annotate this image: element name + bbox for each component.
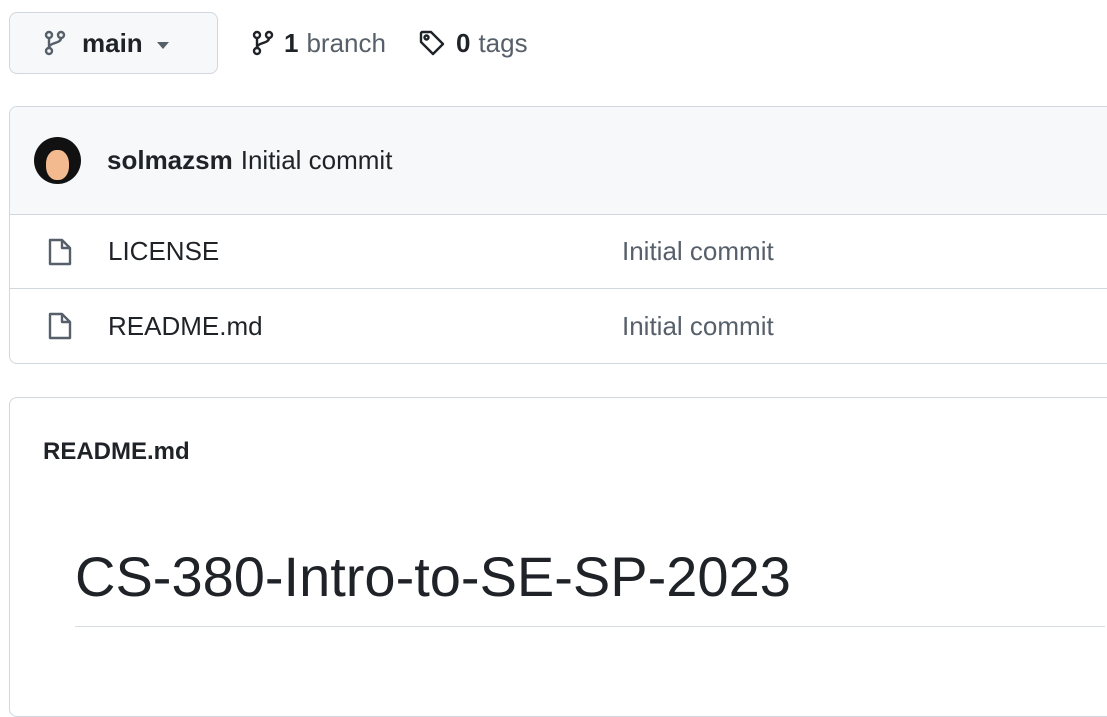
file-icon [47,238,73,266]
git-branch-icon [44,30,66,56]
readme-filename[interactable]: README.md [10,398,1107,506]
tags-label: tags [478,27,528,58]
readme-panel: README.md CS-380-Intro-to-SE-SP-2023 [9,397,1107,717]
file-name-link[interactable]: README.md [108,311,622,342]
readme-heading: CS-380-Intro-to-SE-SP-2023 [75,546,1105,627]
git-branch-icon [252,30,274,56]
tags-count: 0 [455,27,471,58]
branches-label: branch [306,27,386,58]
commit-message-link[interactable]: Initial commit [241,145,393,176]
file-icon [47,312,73,340]
current-branch-label: main [82,27,143,58]
tag-icon [418,29,446,57]
chevron-down-icon [156,41,169,49]
file-row-license: LICENSE Initial commit [10,215,1107,289]
file-commit-link[interactable]: Initial commit [622,311,774,342]
tags-link[interactable]: 0 tags [418,28,528,59]
file-list: solmazsm Initial commit LICENSE Initial … [9,106,1107,364]
file-row-readme: README.md Initial commit [10,289,1107,363]
avatar[interactable] [34,137,81,184]
branches-link[interactable]: 1 branch [252,28,386,59]
file-commit-link[interactable]: Initial commit [622,236,774,267]
readme-content: CS-380-Intro-to-SE-SP-2023 [10,506,1107,627]
branches-count: 1 [284,27,299,58]
branch-select-button[interactable]: main [9,12,218,74]
file-name-link[interactable]: LICENSE [108,236,622,267]
repo-toolbar: main 1 branch 0 tags [9,12,528,74]
commit-author-link[interactable]: solmazsm [107,145,233,176]
latest-commit-bar: solmazsm Initial commit [10,107,1107,215]
